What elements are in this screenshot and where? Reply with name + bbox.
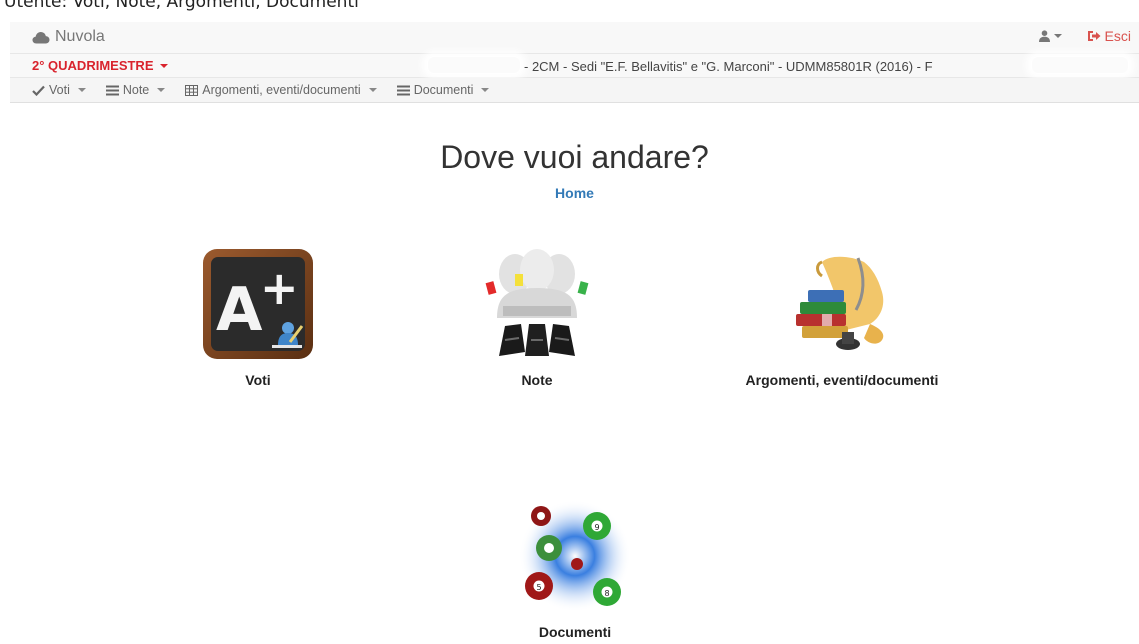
chevron-down-icon [368, 88, 377, 92]
redacted-suffix [1032, 57, 1128, 73]
svg-text:9: 9 [594, 523, 599, 532]
app-frame: Nuvola Esci 2° QUADRIMESTRE - 2CM - Sedi… [10, 14, 1139, 644]
menu-argomenti-label: Argomenti, eventi/documenti [202, 83, 361, 97]
tile-voti-label: Voti [245, 372, 271, 388]
user-menu[interactable] [1038, 30, 1062, 42]
nav-right: Esci [1038, 28, 1131, 44]
svg-text:+: + [260, 261, 299, 315]
redacted-student-name [428, 57, 520, 73]
menu-voti-label: Voti [49, 83, 70, 97]
logout-button[interactable]: Esci [1087, 28, 1131, 44]
tile-argomenti-label: Argomenti, eventi/documenti [745, 372, 939, 388]
chevron-down-icon [77, 88, 86, 92]
class-info: - 2CM - Sedi "E.F. Bellavitis" e "G. Mar… [524, 59, 933, 74]
students-notes-icon [485, 249, 589, 356]
scroll-books-icon [796, 256, 884, 350]
svg-text:A: A [216, 275, 263, 345]
menu-documenti-label: Documenti [413, 83, 474, 97]
menu-argomenti[interactable]: Argomenti, eventi/documenti [185, 83, 377, 97]
billiard-balls-icon: 9 5 8 [519, 500, 631, 612]
tile-note[interactable]: Note [481, 248, 593, 388]
chevron-down-icon [481, 88, 490, 92]
chevron-down-icon [159, 63, 168, 68]
user-icon [1038, 30, 1050, 42]
top-navbar: Nuvola Esci [10, 22, 1139, 54]
cropped-top-text: Utente: Voti, Note, Argomenti, Documenti [0, 0, 1139, 14]
period-bar: 2° QUADRIMESTRE - 2CM - Sedi "E.F. Bella… [10, 54, 1139, 78]
menu-voti[interactable]: Voti [32, 83, 86, 97]
period-label: 2° QUADRIMESTRE [32, 58, 154, 73]
sign-out-icon [1087, 31, 1101, 41]
tile-documenti[interactable]: 9 5 8 Documenti [519, 500, 631, 640]
tile-documenti-label: Documenti [538, 624, 612, 640]
brand-name: Nuvola [55, 28, 105, 45]
tile-voti[interactable]: A + Voti [202, 248, 314, 388]
breadcrumb-home[interactable]: Home [10, 185, 1139, 201]
tile-note-label: Note [521, 372, 553, 388]
chevron-down-icon [157, 88, 166, 92]
cloud-icon [32, 31, 50, 43]
brand[interactable]: Nuvola [32, 28, 105, 46]
page-title: Dove vuoi andare? [440, 139, 709, 175]
section-menu: Voti Note Argomenti, eventi/documenti Do… [10, 78, 1139, 103]
list-icon [105, 85, 119, 95]
cropped-top-label: Utente: Voti, Note, Argomenti, Documenti [4, 0, 359, 12]
logout-label: Esci [1104, 28, 1131, 44]
menu-documenti[interactable]: Documenti [396, 83, 490, 97]
menu-note-label: Note [122, 83, 150, 97]
svg-text:5: 5 [536, 583, 541, 592]
check-icon [32, 85, 45, 96]
list-icon [396, 85, 410, 95]
menu-note[interactable]: Note [105, 83, 166, 97]
tile-argomenti[interactable]: Argomenti, eventi/documenti [712, 248, 972, 388]
grades-chalkboard-icon: A + [203, 249, 313, 359]
period-dropdown[interactable]: 2° QUADRIMESTRE [32, 58, 168, 73]
svg-text:8: 8 [604, 589, 609, 598]
chevron-down-icon [1053, 34, 1062, 38]
table-icon [185, 84, 199, 96]
